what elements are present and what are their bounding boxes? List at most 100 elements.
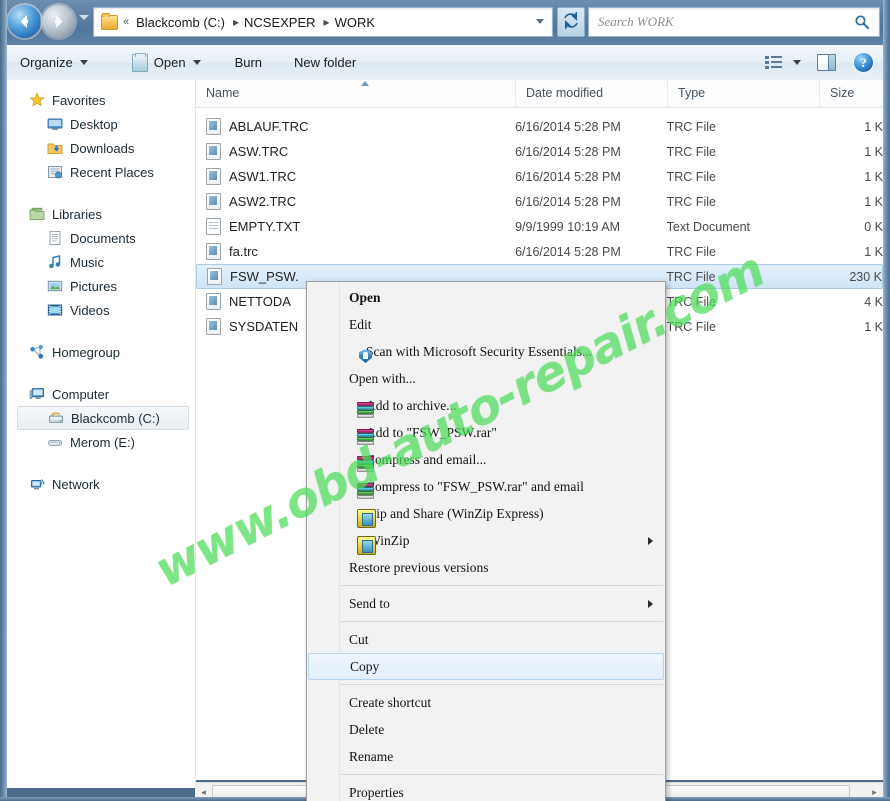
submenu-arrow-icon	[648, 537, 653, 545]
breadcrumb-segment-ncsexper[interactable]: NCSEXPER	[242, 15, 318, 30]
column-header-size[interactable]: Size	[820, 80, 883, 107]
table-row[interactable]: EMPTY.TXT 9/9/1999 10:19 AM Text Documen…	[196, 214, 883, 239]
sidebar-item-recent-places[interactable]: Recent Places	[7, 160, 195, 184]
sidebar-item-pictures[interactable]: Pictures	[7, 274, 195, 298]
homegroup-icon	[29, 344, 45, 360]
sidebar-group-computer[interactable]: Computer	[7, 382, 195, 406]
context-menu-item-add-to-rar[interactable]: Add to "FSW_PSW.rar"	[307, 419, 665, 446]
breadcrumb-separator-2[interactable]: ▸	[318, 15, 333, 29]
search-icon[interactable]	[854, 14, 870, 30]
context-menu-item-scan-with-mse[interactable]: Scan with Microsoft Security Essentials.…	[307, 338, 665, 365]
context-menu-item-restore-previous-versions[interactable]: Restore previous versions	[307, 554, 665, 581]
sidebar-group-network[interactable]: Network	[7, 472, 195, 496]
change-view-icon[interactable]	[765, 55, 782, 70]
context-menu-item-label: Open	[349, 289, 381, 305]
recent-pages-dropdown[interactable]	[79, 15, 89, 20]
file-size-cell: 1 K	[864, 244, 883, 259]
toolbar-right-group: ?	[765, 53, 873, 72]
context-menu-item-properties[interactable]: Properties	[307, 779, 665, 801]
context-menu-item-edit[interactable]: Edit	[307, 311, 665, 338]
refresh-button[interactable]	[557, 7, 585, 37]
file-date-cell: 6/16/2014 5:28 PM	[515, 169, 621, 184]
context-menu-item-send-to[interactable]: Send to	[307, 590, 665, 617]
sidebar-group-libraries[interactable]: Libraries	[7, 202, 195, 226]
context-menu-item-add-to-archive[interactable]: Add to archive...	[307, 392, 665, 419]
breadcrumb-overflow-chevron[interactable]: «	[118, 16, 134, 28]
context-menu-item-label: Compress and email...	[366, 451, 487, 467]
table-row[interactable]: ASW.TRC 6/16/2014 5:28 PM TRC File 1 K	[196, 139, 883, 164]
file-name-cell: ABLAUF.TRC	[196, 118, 515, 135]
breadcrumb-segment-drive[interactable]: Blackcomb (C:)	[134, 15, 227, 30]
table-row[interactable]: ABLAUF.TRC 6/16/2014 5:28 PM TRC File 1 …	[196, 114, 883, 139]
column-header-type[interactable]: Type	[668, 80, 820, 107]
file-type-cell: Text Document	[666, 219, 751, 234]
submenu-arrow-icon	[648, 600, 653, 608]
preview-pane-icon[interactable]	[817, 54, 836, 71]
desktop-icon	[47, 116, 63, 132]
sidebar-item-downloads[interactable]: Downloads	[7, 136, 195, 160]
sidebar-item-music[interactable]: Music	[7, 250, 195, 274]
context-menu-item-delete[interactable]: Delete	[307, 716, 665, 743]
chevron-down-icon	[192, 60, 201, 65]
file-type-cell: TRC File	[666, 294, 716, 309]
context-menu-item-winzip[interactable]: WinZip	[307, 527, 665, 555]
sidebar-item-merom-e[interactable]: Merom (E:)	[7, 430, 195, 454]
new-folder-button[interactable]: New folder	[285, 50, 365, 76]
file-name: FSW_PSW.	[230, 269, 299, 284]
context-menu-item-cut[interactable]: Cut	[307, 626, 665, 653]
sidebar-item-blackcomb-c[interactable]: Blackcomb (C:)	[17, 406, 189, 430]
file-size-cell: 1 K	[864, 319, 883, 334]
context-menu-item-label: Send to	[349, 595, 390, 611]
sidebar-group-homegroup[interactable]: Homegroup	[7, 340, 195, 364]
context-menu-item-rename[interactable]: Rename	[307, 743, 665, 770]
file-type-cell: TRC File	[666, 244, 716, 259]
table-row[interactable]: fa.trc 6/16/2014 5:28 PM TRC File 1 K	[196, 239, 883, 264]
context-menu-separator	[341, 585, 663, 586]
forward-button[interactable]	[42, 5, 75, 38]
context-menu-item-zip-and-share[interactable]: Zip and Share (WinZip Express)	[307, 500, 665, 528]
file-type-cell: TRC File	[666, 169, 716, 184]
context-menu-item-open-with[interactable]: Open with...	[307, 365, 665, 392]
breadcrumb-separator-1[interactable]: ▸	[227, 15, 242, 29]
help-icon[interactable]: ?	[854, 53, 873, 72]
file-date-cell: 6/16/2014 5:28 PM	[515, 194, 621, 209]
open-button[interactable]: Open	[123, 50, 210, 76]
organize-button[interactable]: Organize	[11, 50, 97, 76]
sidebar-item-label: Merom (E:)	[70, 434, 135, 450]
context-menu-item-create-shortcut[interactable]: Create shortcut	[307, 689, 665, 716]
search-box[interactable]: Search WORK	[588, 7, 880, 37]
context-menu-separator	[341, 684, 663, 685]
address-dropdown-chevron-icon[interactable]	[536, 19, 544, 24]
table-row[interactable]: ASW2.TRC 6/16/2014 5:28 PM TRC File 1 K	[196, 189, 883, 214]
network-icon	[29, 476, 45, 492]
sidebar-group-favorites[interactable]: Favorites	[7, 88, 195, 112]
sidebar-item-videos[interactable]: Videos	[7, 298, 195, 322]
context-menu-item-open[interactable]: Open	[307, 284, 665, 311]
view-chevron-down-icon[interactable]	[793, 60, 801, 65]
address-bar[interactable]: « Blackcomb (C:) ▸ NCSEXPER ▸ WORK	[93, 7, 553, 37]
table-row[interactable]: ASW1.TRC 6/16/2014 5:28 PM TRC File 1 K	[196, 164, 883, 189]
context-menu-item-compress-and-email[interactable]: Compress and email...	[307, 446, 665, 473]
column-header-date-modified[interactable]: Date modified	[516, 80, 668, 107]
trc-file-icon	[206, 168, 221, 185]
burn-button[interactable]: Burn	[226, 50, 271, 76]
context-menu-item-compress-to-rar-and-email[interactable]: Compress to "FSW_PSW.rar" and email	[307, 473, 665, 500]
removable-drive-icon	[47, 434, 63, 450]
breadcrumb-segment-work[interactable]: WORK	[333, 15, 377, 30]
context-menu-item-copy[interactable]: Copy	[308, 653, 664, 680]
sidebar-item-desktop[interactable]: Desktop	[7, 112, 195, 136]
sidebar-item-label: Videos	[70, 302, 110, 318]
command-toolbar: Organize Open Burn New folder ?	[7, 45, 883, 81]
context-menu-item-label: Cut	[349, 631, 369, 647]
trc-file-icon	[206, 143, 221, 160]
column-header-name[interactable]: Name	[196, 80, 516, 107]
back-button[interactable]	[8, 5, 41, 38]
file-type-cell: TRC File	[666, 319, 716, 334]
context-menu-item-label: Scan with Microsoft Security Essentials.…	[366, 343, 593, 359]
file-name-cell: ASW2.TRC	[196, 193, 515, 210]
sidebar-group-label: Favorites	[52, 92, 106, 108]
sidebar-item-documents[interactable]: Documents	[7, 226, 195, 250]
